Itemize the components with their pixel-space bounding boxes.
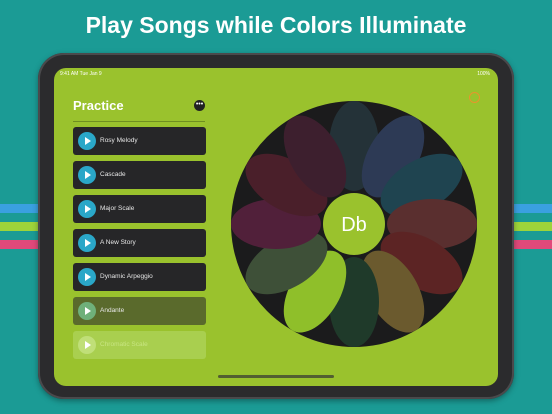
more-options-button[interactable]: ••• [194, 100, 205, 111]
song-label: Andante [100, 307, 125, 314]
song-item-major-scale[interactable]: Major Scale [73, 195, 206, 223]
song-label: Cascade [100, 171, 126, 178]
ellipsis-icon: ••• [195, 101, 204, 108]
status-battery: 100% [477, 71, 490, 77]
song-item-a-new-story[interactable]: A New Story [73, 229, 206, 257]
headline: Play Songs while Colors Illuminate [85, 12, 467, 38]
song-label: A New Story [100, 239, 136, 246]
song-item-rosy-melody[interactable]: Rosy Melody [73, 127, 206, 155]
stripe [512, 222, 552, 231]
center-note: Db [341, 214, 367, 236]
song-item-cascade[interactable]: Cascade [73, 161, 206, 189]
song-item-dynamic-arpeggio[interactable]: Dynamic Arpeggio [73, 263, 206, 291]
page-title: Practice [73, 98, 124, 113]
song-label: Major Scale [100, 205, 135, 212]
song-list: Rosy Melody Cascade Major Scale A New St… [73, 127, 206, 365]
play-icon[interactable] [78, 132, 96, 150]
play-icon[interactable] [78, 302, 96, 320]
play-icon[interactable] [78, 268, 96, 286]
divider [73, 121, 205, 122]
app-screen: 9:41 AM Tue Jan 9 100% Practice ••• Rosy… [54, 68, 498, 386]
play-icon[interactable] [78, 336, 96, 354]
stripe [512, 240, 552, 249]
song-label: Dynamic Arpeggio [100, 273, 153, 280]
song-label: Rosy Melody [100, 137, 138, 144]
play-icon[interactable] [78, 200, 96, 218]
stripe [0, 204, 40, 213]
play-icon[interactable] [78, 234, 96, 252]
song-item-andante[interactable]: Andante [73, 297, 206, 325]
song-label: Chromatic Scale [100, 341, 148, 348]
song-item-chromatic-scale[interactable]: Chromatic Scale [73, 331, 206, 359]
stripe [0, 240, 40, 249]
stripe [0, 222, 40, 231]
home-indicator [218, 375, 334, 378]
status-time: 9:41 AM Tue Jan 9 [60, 71, 102, 77]
color-wheel[interactable]: Db [230, 100, 478, 348]
play-icon[interactable] [78, 166, 96, 184]
stripe [512, 204, 552, 213]
